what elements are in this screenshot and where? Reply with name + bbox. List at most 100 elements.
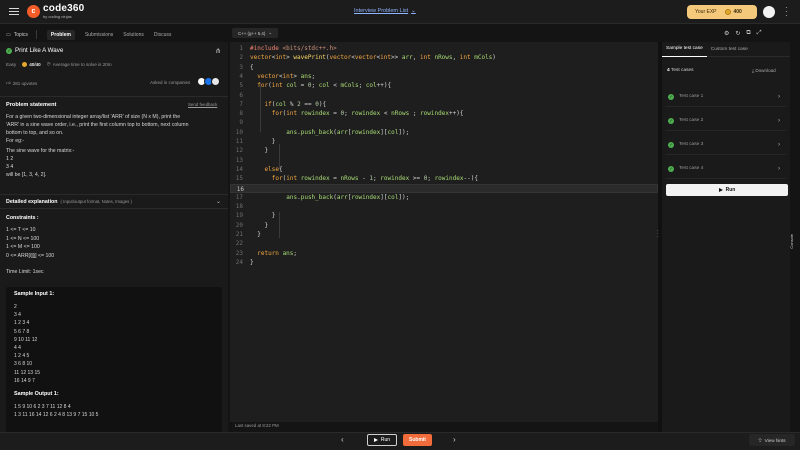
statement-line: 3 4 <box>6 164 14 170</box>
sample-line: 3 6 8 10 <box>14 361 33 368</box>
code-line[interactable]: 14 else{ <box>230 165 658 174</box>
line-number: 5 <box>239 82 243 90</box>
tab-sample-test-case[interactable]: Sample test case <box>662 42 707 57</box>
code-line[interactable]: 8 for(int rowindex = 0; rowindex < nRows… <box>230 109 658 118</box>
code-line[interactable]: 5 for(int col = 0; col < mCols; col++){ <box>230 81 658 90</box>
check-icon: ✓ <box>668 117 674 124</box>
brand-name: code360 <box>43 3 85 14</box>
language-label: C++ (g++ 5.4) <box>238 30 266 36</box>
code-line[interactable]: 20 } <box>230 221 658 230</box>
line-number: 20 <box>235 221 243 229</box>
code-line[interactable]: 23 return ans; <box>230 249 658 258</box>
company-logos[interactable] <box>197 77 220 86</box>
brand-sub: by coding ninjas <box>43 14 72 19</box>
code-line[interactable]: 2 vector<int> wavePrint(vector<vector<int… <box>230 53 658 62</box>
reset-icon[interactable]: ↻ <box>735 30 740 37</box>
problem-tabs: ▭ Topics Problem Submissions Solutions D… <box>0 28 228 41</box>
code-line[interactable]: 3{ <box>230 63 658 72</box>
code-line[interactable]: 18 <box>230 202 658 211</box>
maximize-icon[interactable]: ⤢ <box>757 30 762 37</box>
line-number: 18 <box>235 203 243 211</box>
code-line[interactable]: 9 <box>230 118 658 127</box>
test-case-row[interactable]: ✓ Test case 4 › <box>666 159 786 179</box>
next-problem-icon[interactable]: › <box>453 435 456 444</box>
play-icon <box>373 438 378 442</box>
run-tests-button[interactable]: Run <box>666 184 788 196</box>
code-line[interactable]: 17 ans.push_back(arr[rowindex][col]); <box>230 193 658 202</box>
sample-line: 3 4 <box>14 312 21 319</box>
sample-line: 1 2 3 4 <box>14 320 30 327</box>
code-line[interactable]: 12 } <box>230 146 658 155</box>
test-case-label: Test case 4 <box>679 166 704 171</box>
chevron-down-icon[interactable]: ⌄ <box>216 198 221 205</box>
top-bar: c code360 by coding ninjas Interview Pro… <box>0 0 800 24</box>
code-line[interactable]: 22 <box>230 239 658 248</box>
tab-problem[interactable]: Problem <box>46 29 75 40</box>
run-label: Run <box>725 187 736 193</box>
line-number: 6 <box>239 91 243 99</box>
code-line[interactable]: 11 } <box>230 137 658 146</box>
code-line[interactable]: 13 <box>230 156 658 165</box>
tab-solutions[interactable]: Solutions <box>123 32 144 38</box>
code-text: ans.push_back(arr[rowindex][col]); <box>286 193 410 201</box>
code-editor[interactable]: 1 #include <bits/stdc++.h> 2 vector<int> wa… <box>230 42 658 422</box>
console-toggle[interactable]: Console <box>789 234 794 249</box>
problem-title-text: Print Like A Wave <box>15 47 64 54</box>
code-line[interactable]: 19 } <box>230 211 658 220</box>
sample-line: 1 3 11 16 14 12 6 2 4 8 13 9 7 15 10 5 <box>14 412 99 419</box>
tab-custom-test-case[interactable]: Custom test case <box>707 42 752 57</box>
tab-discuss[interactable]: Discuss <box>154 32 172 38</box>
settings-icon[interactable]: ⚙ <box>724 30 729 37</box>
line-number: 9 <box>239 119 243 127</box>
test-count-number: 4 <box>667 68 670 73</box>
upvote-button[interactable]: 👍︎ 281 upvotes <box>6 80 37 86</box>
testcase-panel: Sample test case Custom test case 4 Test… <box>662 42 790 432</box>
code-line[interactable]: 24} <box>230 258 658 267</box>
code-line[interactable]: 10 ans.push_back(arr[rowindex][col]); <box>230 128 658 137</box>
run-button[interactable]: Run <box>367 434 397 446</box>
more-options-icon[interactable]: · · · <box>785 4 788 20</box>
chevron-right-icon: › <box>778 141 780 148</box>
logo[interactable]: c code360 by coding ninjas <box>27 4 84 19</box>
submit-button[interactable]: Submit <box>403 434 432 446</box>
exp-value: 400 <box>733 9 742 15</box>
test-case-row[interactable]: ✓ Test case 1 › <box>666 87 786 107</box>
check-icon: ✓ <box>668 165 674 172</box>
test-case-row[interactable]: ✓ Test case 3 › <box>666 135 786 155</box>
divider <box>0 194 228 195</box>
interview-problem-list-link[interactable]: Interview Problem List ⌄ <box>354 8 416 14</box>
code-line[interactable]: 7 if(col % 2 == 0){ <box>230 100 658 109</box>
detailed-explanation-toggle[interactable]: Detailed explanation( Input/output forma… <box>6 199 132 205</box>
code-line[interactable]: 21 } <box>230 230 658 239</box>
code-line[interactable]: 6 <box>230 91 658 100</box>
test-case-row[interactable]: ✓ Test case 2 › <box>666 111 786 131</box>
send-feedback-link[interactable]: Send feedback <box>188 102 217 107</box>
menu-icon[interactable] <box>9 7 19 16</box>
tab-submissions[interactable]: Submissions <box>85 32 113 38</box>
code-text: vector<int> wavePrint(vector<vector<int>… <box>250 54 496 62</box>
code-line[interactable]: 1 #include <bits/stdc++.h> <box>230 44 658 53</box>
avatar[interactable] <box>763 6 775 18</box>
code-line[interactable]: 16 <box>230 183 658 193</box>
test-case-label: Test case 1 <box>679 94 704 99</box>
problem-title: ✓ Print Like A Wave <box>6 47 63 54</box>
download-button[interactable]: ⤓ Download <box>752 68 776 73</box>
code-line[interactable]: 4 vector<int> ans; <box>230 72 658 81</box>
exp-label: Your EXP <box>695 9 717 15</box>
view-hints-button[interactable]: 💡︎ View hints <box>749 434 795 446</box>
line-number: 12 <box>235 147 243 155</box>
previous-problem-icon[interactable]: ‹ <box>341 435 344 444</box>
sample-output: 1 5 9 10 6 2 3 7 11 12 8 4 1 3 11 16 14 … <box>14 403 214 419</box>
language-select[interactable]: C++ (g++ 5.4) ⌄ <box>232 28 279 38</box>
code-line[interactable]: 15 for(int rowindex = nRows - 1; rowinde… <box>230 174 658 183</box>
constraints-list: 1 <= T <= 10 1 <= N <= 100 1 <= M <= 100… <box>6 226 54 261</box>
code-text: else{ <box>264 165 283 173</box>
chevron-down-icon: ⌄ <box>411 8 416 14</box>
topics-button[interactable]: ▭ Topics <box>6 32 28 38</box>
drag-handle-icon[interactable]: · · · <box>657 229 659 240</box>
exp-badge[interactable]: Your EXP 400 <box>687 5 757 19</box>
line-number: 21 <box>235 231 243 238</box>
code-text: } <box>264 221 269 229</box>
copy-icon[interactable]: ⧉ <box>746 30 750 37</box>
share-icon[interactable]: ⋔ <box>215 47 221 55</box>
